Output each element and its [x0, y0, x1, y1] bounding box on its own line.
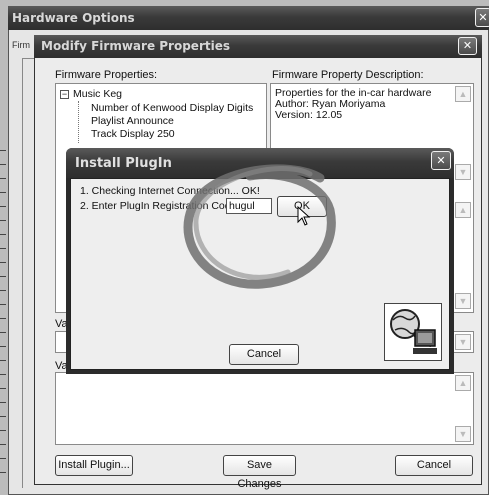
description-line-3: Version: 12.05 [275, 109, 343, 121]
hardware-options-titlebar: Hardware Options [8, 6, 489, 30]
value-dropdown-icon[interactable]: ▼ [455, 334, 471, 350]
modify-firmware-close-button[interactable]: ✕ [458, 37, 477, 55]
tree-item-track-display[interactable]: Track Display 250 [91, 128, 175, 140]
tree-connector [78, 101, 79, 143]
mouse-pointer-icon [297, 206, 311, 226]
description-scroll-up[interactable]: ▲ [455, 86, 471, 102]
tree-expander-icon[interactable]: − [60, 90, 69, 99]
tree-item-display-digits[interactable]: Number of Kenwood Display Digits [91, 102, 253, 114]
hardware-options-close-button[interactable]: ✕ [475, 8, 489, 27]
install-plugin-close-button[interactable]: ✕ [431, 151, 451, 170]
firmware-property-description-label: Firmware Property Description: [272, 69, 424, 81]
description-scroll-down[interactable]: ▼ [455, 164, 471, 180]
install-plugin-cancel-button[interactable]: Cancel [229, 344, 299, 365]
description-scroll-up-2[interactable]: ▲ [455, 202, 471, 218]
modify-firmware-title: Modify Firmware Properties [41, 39, 230, 53]
tree-item-music-keg[interactable]: Music Keg [73, 88, 122, 100]
install-plugin-button[interactable]: Install Plugin... [55, 455, 133, 476]
annotation-circle [183, 164, 336, 289]
install-plugin-title: Install PlugIn [75, 156, 172, 171]
page-edge-ticks [0, 150, 8, 480]
save-changes-button[interactable]: Save Changes [223, 455, 296, 490]
value-description-box: ▲ ▼ [55, 372, 474, 445]
value-scroll-down[interactable]: ▼ [455, 426, 471, 442]
firmware-properties-label: Firmware Properties: [55, 69, 158, 81]
hardware-options-title: Hardware Options [12, 11, 135, 25]
globe-computer-icon [384, 303, 442, 361]
cancel-button[interactable]: Cancel [395, 455, 473, 476]
modify-firmware-titlebar: Modify Firmware Properties [34, 35, 482, 58]
description-scroll-down-2[interactable]: ▼ [455, 293, 471, 309]
tree-item-playlist-announce[interactable]: Playlist Announce [91, 115, 174, 127]
value-scroll-up[interactable]: ▲ [455, 375, 471, 391]
